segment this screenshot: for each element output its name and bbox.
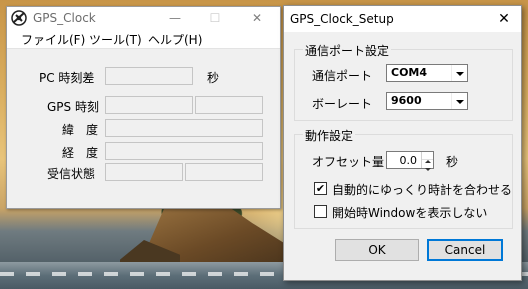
pc-time-diff-field	[105, 67, 193, 85]
arrow-up-icon[interactable]	[422, 152, 433, 163]
close-icon[interactable]: ✕	[489, 8, 519, 30]
hide-window-label[interactable]: 開始時Windowを表示しない	[332, 204, 487, 221]
offset-stepper[interactable]: 0.0	[386, 151, 434, 171]
auto-adjust-checkbox[interactable]: ✔	[314, 182, 327, 195]
baud-select[interactable]: 9600	[386, 92, 468, 110]
port-select[interactable]: COM4	[386, 64, 468, 82]
port-select-value: COM4	[391, 66, 428, 79]
menu-bar: ファイル(F) ツール(T) ヘルプ(H)	[7, 29, 280, 49]
pc-time-diff-unit: 秒	[207, 71, 220, 85]
ok-button[interactable]: OK	[335, 239, 419, 261]
gps-clock-window: GPS_Clock — ☐ ✕ ファイル(F) ツール(T) ヘルプ(H) PC…	[6, 6, 281, 209]
satellite-count-field	[185, 163, 263, 181]
window-title: GPS_Clock	[33, 11, 96, 25]
latitude-label: 緯 度	[62, 123, 99, 137]
minimize-icon[interactable]: —	[155, 7, 195, 29]
baud-select-value: 9600	[391, 94, 422, 107]
gps-time-label: GPS 時刻	[47, 100, 99, 114]
port-label: 通信ポート	[312, 69, 373, 83]
comm-port-group-label: 通信ポート設定	[303, 42, 392, 59]
receive-status-label: 受信状態	[47, 167, 96, 181]
title-bar[interactable]: GPS_Clock — ☐ ✕	[7, 7, 280, 29]
close-icon[interactable]: ✕	[237, 7, 277, 29]
menu-help[interactable]: ヘルプ(H)	[148, 31, 202, 48]
latitude-field	[105, 119, 263, 137]
chevron-down-icon[interactable]	[451, 93, 467, 109]
setup-dialog: GPS_Clock_Setup ✕ 通信ポート設定 通信ポート COM4 ボーレ…	[283, 5, 522, 281]
offset-value: 0.0	[399, 154, 418, 167]
hide-window-checkbox[interactable]	[314, 205, 327, 218]
dialog-title: GPS_Clock_Setup	[290, 12, 394, 26]
gps-date-field	[105, 96, 193, 114]
chevron-down-icon[interactable]	[451, 65, 467, 81]
spin-buttons	[421, 152, 433, 171]
checkmark-icon: ✔	[315, 182, 326, 195]
offset-unit: 秒	[446, 155, 459, 169]
receive-status-field	[105, 163, 183, 181]
longitude-field	[105, 142, 263, 160]
pc-time-diff-label: PC 時刻差	[39, 71, 95, 85]
auto-adjust-label[interactable]: 自動的にゆっくり時計を合わせる	[332, 181, 512, 198]
cancel-button[interactable]: Cancel	[427, 239, 503, 261]
baud-label: ボーレート	[312, 97, 373, 111]
menu-tools[interactable]: ツール(T)	[89, 31, 142, 48]
action-settings-group-label: 動作設定	[303, 127, 356, 144]
satellite-icon	[11, 10, 27, 26]
offset-label: オフセット量	[312, 155, 385, 169]
gps-time-field	[195, 96, 263, 114]
menu-file[interactable]: ファイル(F)	[21, 31, 85, 48]
dialog-title-bar[interactable]: GPS_Clock_Setup ✕	[284, 6, 521, 32]
longitude-label: 経 度	[62, 146, 99, 160]
maximize-icon[interactable]: ☐	[195, 7, 235, 29]
arrow-down-icon[interactable]	[422, 160, 433, 171]
